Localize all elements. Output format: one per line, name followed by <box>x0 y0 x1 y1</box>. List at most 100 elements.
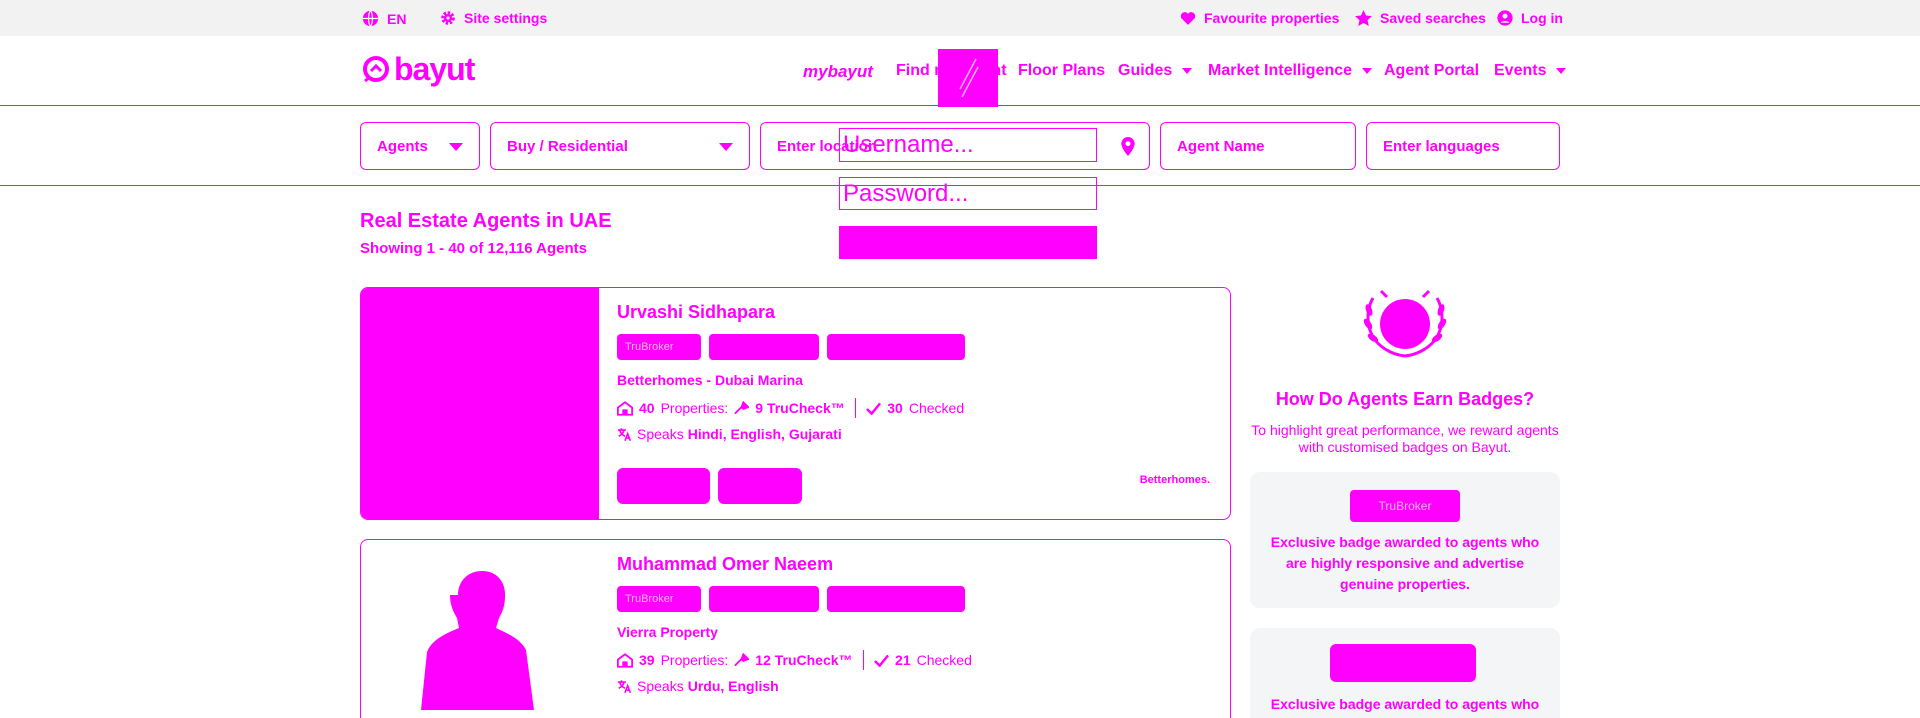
favourite-properties-link[interactable]: Favourite properties <box>1180 10 1339 26</box>
badge-image <box>1330 644 1476 682</box>
search-type-value: Agents <box>377 137 428 155</box>
password-input[interactable] <box>839 177 1097 210</box>
stats-divider <box>854 398 857 418</box>
site-settings-link[interactable]: Site settings <box>440 10 547 26</box>
agent-card[interactable]: Muhammad Omer Naeem TruBroker Vierra Pro… <box>360 539 1231 718</box>
gear-icon <box>441 11 455 25</box>
nav-guides[interactable]: Guides <box>1118 62 1193 80</box>
properties-label: Properties: <box>660 400 729 416</box>
trubroker-badge: TruBroker <box>1350 490 1460 522</box>
find-my-agent-overlay-icon <box>959 58 979 98</box>
badges-description: To highlight great performance, we rewar… <box>1251 422 1559 455</box>
translate-icon <box>617 679 632 693</box>
agent-photo <box>361 288 599 519</box>
trucheck-icon <box>734 653 750 667</box>
chevron-down-icon <box>1556 68 1567 74</box>
site-settings-label: Site settings <box>464 10 548 26</box>
stats-divider <box>862 650 865 670</box>
trucheck-count: 9 TruCheck™ <box>755 400 845 416</box>
languages-value: Hindi, English, Gujarati <box>687 426 842 442</box>
agent-badge <box>709 334 819 360</box>
languages-input[interactable]: Enter languages <box>1366 122 1560 170</box>
bayut-logo-text: bayut <box>394 50 475 87</box>
translate-icon <box>617 427 632 441</box>
badge-info-card: Exclusive badge awarded to agents who <box>1250 628 1560 718</box>
agent-agency: Betterhomes - Dubai Marina <box>617 372 803 388</box>
favourite-properties-label: Favourite properties <box>1204 10 1340 26</box>
call-button[interactable] <box>617 468 710 504</box>
trucheck-icon <box>734 401 750 415</box>
agent-languages: Speaks Urdu, English <box>617 678 779 694</box>
page-title: Real Estate Agents in UAE <box>360 210 612 232</box>
person-silhouette-icon <box>421 571 534 710</box>
nav-events[interactable]: Events <box>1494 62 1567 80</box>
check-icon <box>866 402 882 415</box>
agent-stats: 40 Properties: 9 TruCheck™ 30 Checked <box>617 398 964 418</box>
agent-name[interactable]: Muhammad Omer Naeem <box>617 554 833 575</box>
agent-stats: 39 Properties: 12 TruCheck™ 21 Checked <box>617 650 972 670</box>
bayut-logo-icon <box>363 56 389 83</box>
badges-title: How Do Agents Earn Badges? <box>1275 389 1535 409</box>
properties-label: Properties: <box>660 652 729 668</box>
username-input[interactable] <box>839 128 1097 162</box>
agent-badges: TruBroker <box>617 334 965 360</box>
search-purpose-value: Buy / Residential <box>507 137 628 155</box>
user-circle-icon <box>1497 10 1513 26</box>
properties-count: 40 <box>639 400 655 416</box>
map-pin-icon <box>1121 137 1135 156</box>
trubroker-badge: TruBroker <box>617 334 701 360</box>
nav-floor-plans[interactable]: Floor Plans <box>1018 62 1105 80</box>
chevron-down-icon <box>1182 68 1193 74</box>
laurel-award-icon <box>1363 289 1447 358</box>
agent-badge <box>709 586 819 612</box>
chevron-down-icon <box>1362 68 1373 74</box>
results-count: Showing 1 - 40 of 12,116 Agents <box>360 240 588 257</box>
agent-name-placeholder: Agent Name <box>1177 137 1265 155</box>
languages-placeholder: Enter languages <box>1383 137 1500 155</box>
badge-info-text: Exclusive badge awarded to agents who ar… <box>1270 534 1540 592</box>
agent-name[interactable]: Urvashi Sidhapara <box>617 302 775 323</box>
agent-agency: Vierra Property <box>617 624 718 640</box>
saved-searches-link[interactable]: Saved searches <box>1355 10 1486 26</box>
email-button[interactable] <box>718 468 802 504</box>
heart-icon <box>1180 11 1196 25</box>
nav-agent-portal[interactable]: Agent Portal <box>1384 62 1479 80</box>
language-switcher[interactable]: EN <box>362 10 406 27</box>
checked-label: Checked <box>908 400 965 416</box>
nav-guides-label: Guides <box>1118 62 1173 79</box>
badge-info-text: Exclusive badge awarded to agents who <box>1270 696 1540 712</box>
speaks-label: Speaks <box>637 426 684 442</box>
agent-info: Muhammad Omer Naeem TruBroker Vierra Pro… <box>617 540 1230 718</box>
login-submit-button[interactable] <box>839 226 1097 259</box>
nav-market-intelligence-label: Market Intelligence <box>1208 62 1353 79</box>
agent-badges: TruBroker <box>617 586 965 612</box>
agent-info: Urvashi Sidhapara TruBroker Betterhomes … <box>617 288 1230 519</box>
agent-card[interactable]: Urvashi Sidhapara TruBroker Betterhomes … <box>360 287 1231 520</box>
agency-logo: Betterhomes. <box>1139 474 1210 486</box>
nav-agent-portal-label: Agent Portal <box>1384 62 1480 79</box>
agent-name-input[interactable]: Agent Name <box>1160 122 1356 170</box>
nav-mybayut-label: mybayut <box>803 62 873 81</box>
nav-market-intelligence[interactable]: Market Intelligence <box>1208 62 1373 80</box>
languages-value: Urdu, English <box>687 678 779 694</box>
top-utility-bar: EN Site settings Favourite properties Sa… <box>0 0 1920 36</box>
find-my-agent-highlight <box>938 49 998 107</box>
checked-count: 21 <box>895 652 911 668</box>
checked-label: Checked <box>916 652 972 668</box>
star-icon <box>1355 10 1372 26</box>
nav-mybayut[interactable]: mybayut <box>803 62 873 82</box>
nav-events-label: Events <box>1494 62 1547 79</box>
agent-badge <box>827 586 965 612</box>
login-label: Log in <box>1521 10 1563 26</box>
trubroker-badge: TruBroker <box>617 586 701 612</box>
nav-floor-plans-label: Floor Plans <box>1018 62 1106 79</box>
search-type-select[interactable]: Agents <box>360 122 480 170</box>
search-purpose-select[interactable]: Buy / Residential <box>490 122 750 170</box>
saved-searches-label: Saved searches <box>1380 10 1486 26</box>
chevron-down-icon <box>449 143 463 151</box>
agent-photo-placeholder <box>361 540 599 718</box>
bayut-logo[interactable]: bayut <box>362 50 475 88</box>
trucheck-count: 12 TruCheck™ <box>755 652 853 668</box>
building-icon <box>617 400 633 416</box>
login-link[interactable]: Log in <box>1497 10 1563 26</box>
